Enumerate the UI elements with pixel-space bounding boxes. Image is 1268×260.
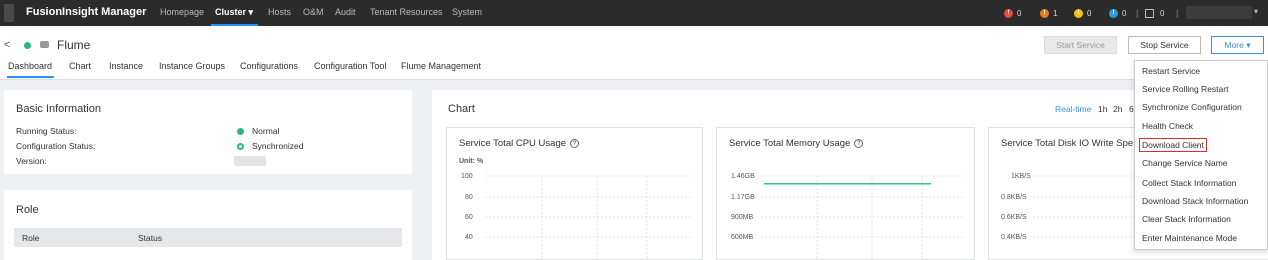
menu-item-restart-service[interactable]: Restart Service: [1142, 66, 1200, 76]
basic-information-panel: Basic Information Running Status: Normal…: [4, 90, 412, 174]
memory-tick-label: 1.17GB: [731, 194, 755, 201]
basic-information-title: Basic Information: [16, 103, 101, 115]
role-title: Role: [16, 204, 39, 216]
user-menu-chevron-icon[interactable]: ▾: [1254, 7, 1258, 16]
tab-configurations[interactable]: Configurations: [240, 61, 298, 71]
column-header-status[interactable]: Status: [138, 233, 162, 243]
critical-alarm-icon: !: [1004, 8, 1013, 18]
nav-audit[interactable]: Audit: [335, 7, 356, 17]
range-2h-link[interactable]: 2h: [1113, 104, 1122, 114]
back-chevron-icon[interactable]: <: [4, 39, 10, 51]
major-alarm-icon: !: [1040, 8, 1049, 18]
logo-icon: [4, 4, 14, 22]
task-count[interactable]: 0: [1145, 7, 1164, 19]
more-dropdown-menu: Restart Service Service Rolling Restart …: [1134, 60, 1268, 250]
memory-tick-label: 900MB: [731, 214, 754, 221]
tab-flume-management[interactable]: Flume Management: [401, 61, 481, 71]
tab-instance[interactable]: Instance: [109, 61, 143, 71]
version-label: Version:: [16, 156, 47, 166]
role-panel: Role Role Status: [4, 190, 412, 260]
tab-instance-groups[interactable]: Instance Groups: [159, 61, 225, 71]
range-realtime-link[interactable]: Real-time: [1055, 104, 1091, 114]
version-value-redacted: [234, 156, 266, 166]
service-status-dot: [24, 42, 31, 49]
configuration-status-dot: [237, 143, 244, 150]
warning-alarm-icon: !: [1109, 8, 1118, 18]
tab-chart[interactable]: Chart: [69, 61, 91, 71]
memory-usage-chart: Service Total Memory Usage? 1.46GB 1.17G…: [716, 127, 975, 260]
service-title: Flume: [57, 38, 91, 52]
nav-cluster[interactable]: Cluster ▾: [215, 7, 253, 18]
cpu-tick-label: 60: [465, 214, 473, 221]
service-icon: [40, 41, 49, 48]
separator: |: [1176, 8, 1179, 18]
cpu-chart-plot: 100 80 60 40: [461, 173, 692, 260]
warning-alarm-count[interactable]: ! 0: [1109, 7, 1126, 19]
menu-item-clear-stack-information[interactable]: Clear Stack Information: [1142, 214, 1231, 224]
more-button[interactable]: More ▾: [1211, 36, 1264, 54]
top-navigation-bar: FusionInsight Manager Homepage Cluster ▾…: [0, 0, 1268, 26]
minor-alarm-icon: !: [1074, 8, 1083, 18]
separator: |: [1136, 8, 1139, 18]
memory-chart-plot: 1.46GB 1.17GB 900MB 600MB: [731, 173, 965, 260]
critical-alarm-count[interactable]: ! 0: [1004, 7, 1021, 19]
nav-system[interactable]: System: [452, 7, 482, 17]
major-alarm-count[interactable]: ! 1: [1040, 7, 1057, 19]
configuration-status-value: Synchronized: [252, 141, 304, 151]
start-service-button[interactable]: Start Service: [1044, 36, 1117, 54]
menu-item-enter-maintenance-mode[interactable]: Enter Maintenance Mode: [1142, 233, 1237, 243]
nav-om[interactable]: O&M: [303, 7, 324, 17]
tab-active-indicator: [7, 76, 54, 78]
menu-item-collect-stack-information[interactable]: Collect Stack Information: [1142, 178, 1236, 188]
configuration-status-label: Configuration Status:: [16, 141, 96, 151]
column-header-role[interactable]: Role: [22, 233, 39, 243]
product-name: FusionInsight Manager: [26, 6, 147, 18]
memory-tick-label: 1.46GB: [731, 173, 755, 180]
nav-hosts[interactable]: Hosts: [268, 7, 291, 17]
range-1h-link[interactable]: 1h: [1098, 104, 1107, 114]
chart-section-title: Chart: [448, 103, 475, 115]
menu-item-health-check[interactable]: Health Check: [1142, 121, 1193, 131]
minor-alarm-count[interactable]: ! 0: [1074, 7, 1091, 19]
running-status-dot: [237, 128, 244, 135]
menu-item-change-service-name[interactable]: Change Service Name: [1142, 158, 1228, 168]
running-status-value: Normal: [252, 126, 280, 136]
service-header: < Flume Start Service Stop Service More …: [0, 26, 1268, 80]
disk-tick-label: 0.4KB/S: [1001, 234, 1027, 241]
role-table-header: Role Status: [14, 228, 402, 247]
user-menu[interactable]: [1186, 6, 1252, 19]
cpu-tick-label: 100: [461, 173, 473, 180]
cpu-usage-chart: Service Total CPU Usage? Unit: % 100 80 …: [446, 127, 703, 260]
menu-item-download-stack-information[interactable]: Download Stack Information: [1142, 196, 1248, 206]
disk-tick-label: 0.6KB/S: [1001, 214, 1027, 221]
menu-item-service-rolling-restart[interactable]: Service Rolling Restart: [1142, 84, 1228, 94]
running-status-label: Running Status:: [16, 126, 77, 136]
disk-tick-label: 1KB/S: [1011, 173, 1031, 180]
cpu-tick-label: 80: [465, 194, 473, 201]
menu-item-download-client[interactable]: Download Client: [1139, 138, 1207, 152]
disk-tick-label: 0.8KB/S: [1001, 194, 1027, 201]
nav-homepage[interactable]: Homepage: [160, 7, 204, 17]
tab-dashboard[interactable]: Dashboard: [8, 61, 52, 71]
tab-configuration-tool[interactable]: Configuration Tool: [314, 61, 386, 71]
memory-tick-label: 600MB: [731, 234, 754, 241]
cpu-tick-label: 40: [465, 234, 473, 241]
menu-item-synchronize-configuration[interactable]: Synchronize Configuration: [1142, 102, 1242, 112]
task-list-icon: [1145, 8, 1154, 18]
nav-tenant-resources[interactable]: Tenant Resources: [370, 7, 443, 17]
stop-service-button[interactable]: Stop Service: [1128, 36, 1201, 54]
